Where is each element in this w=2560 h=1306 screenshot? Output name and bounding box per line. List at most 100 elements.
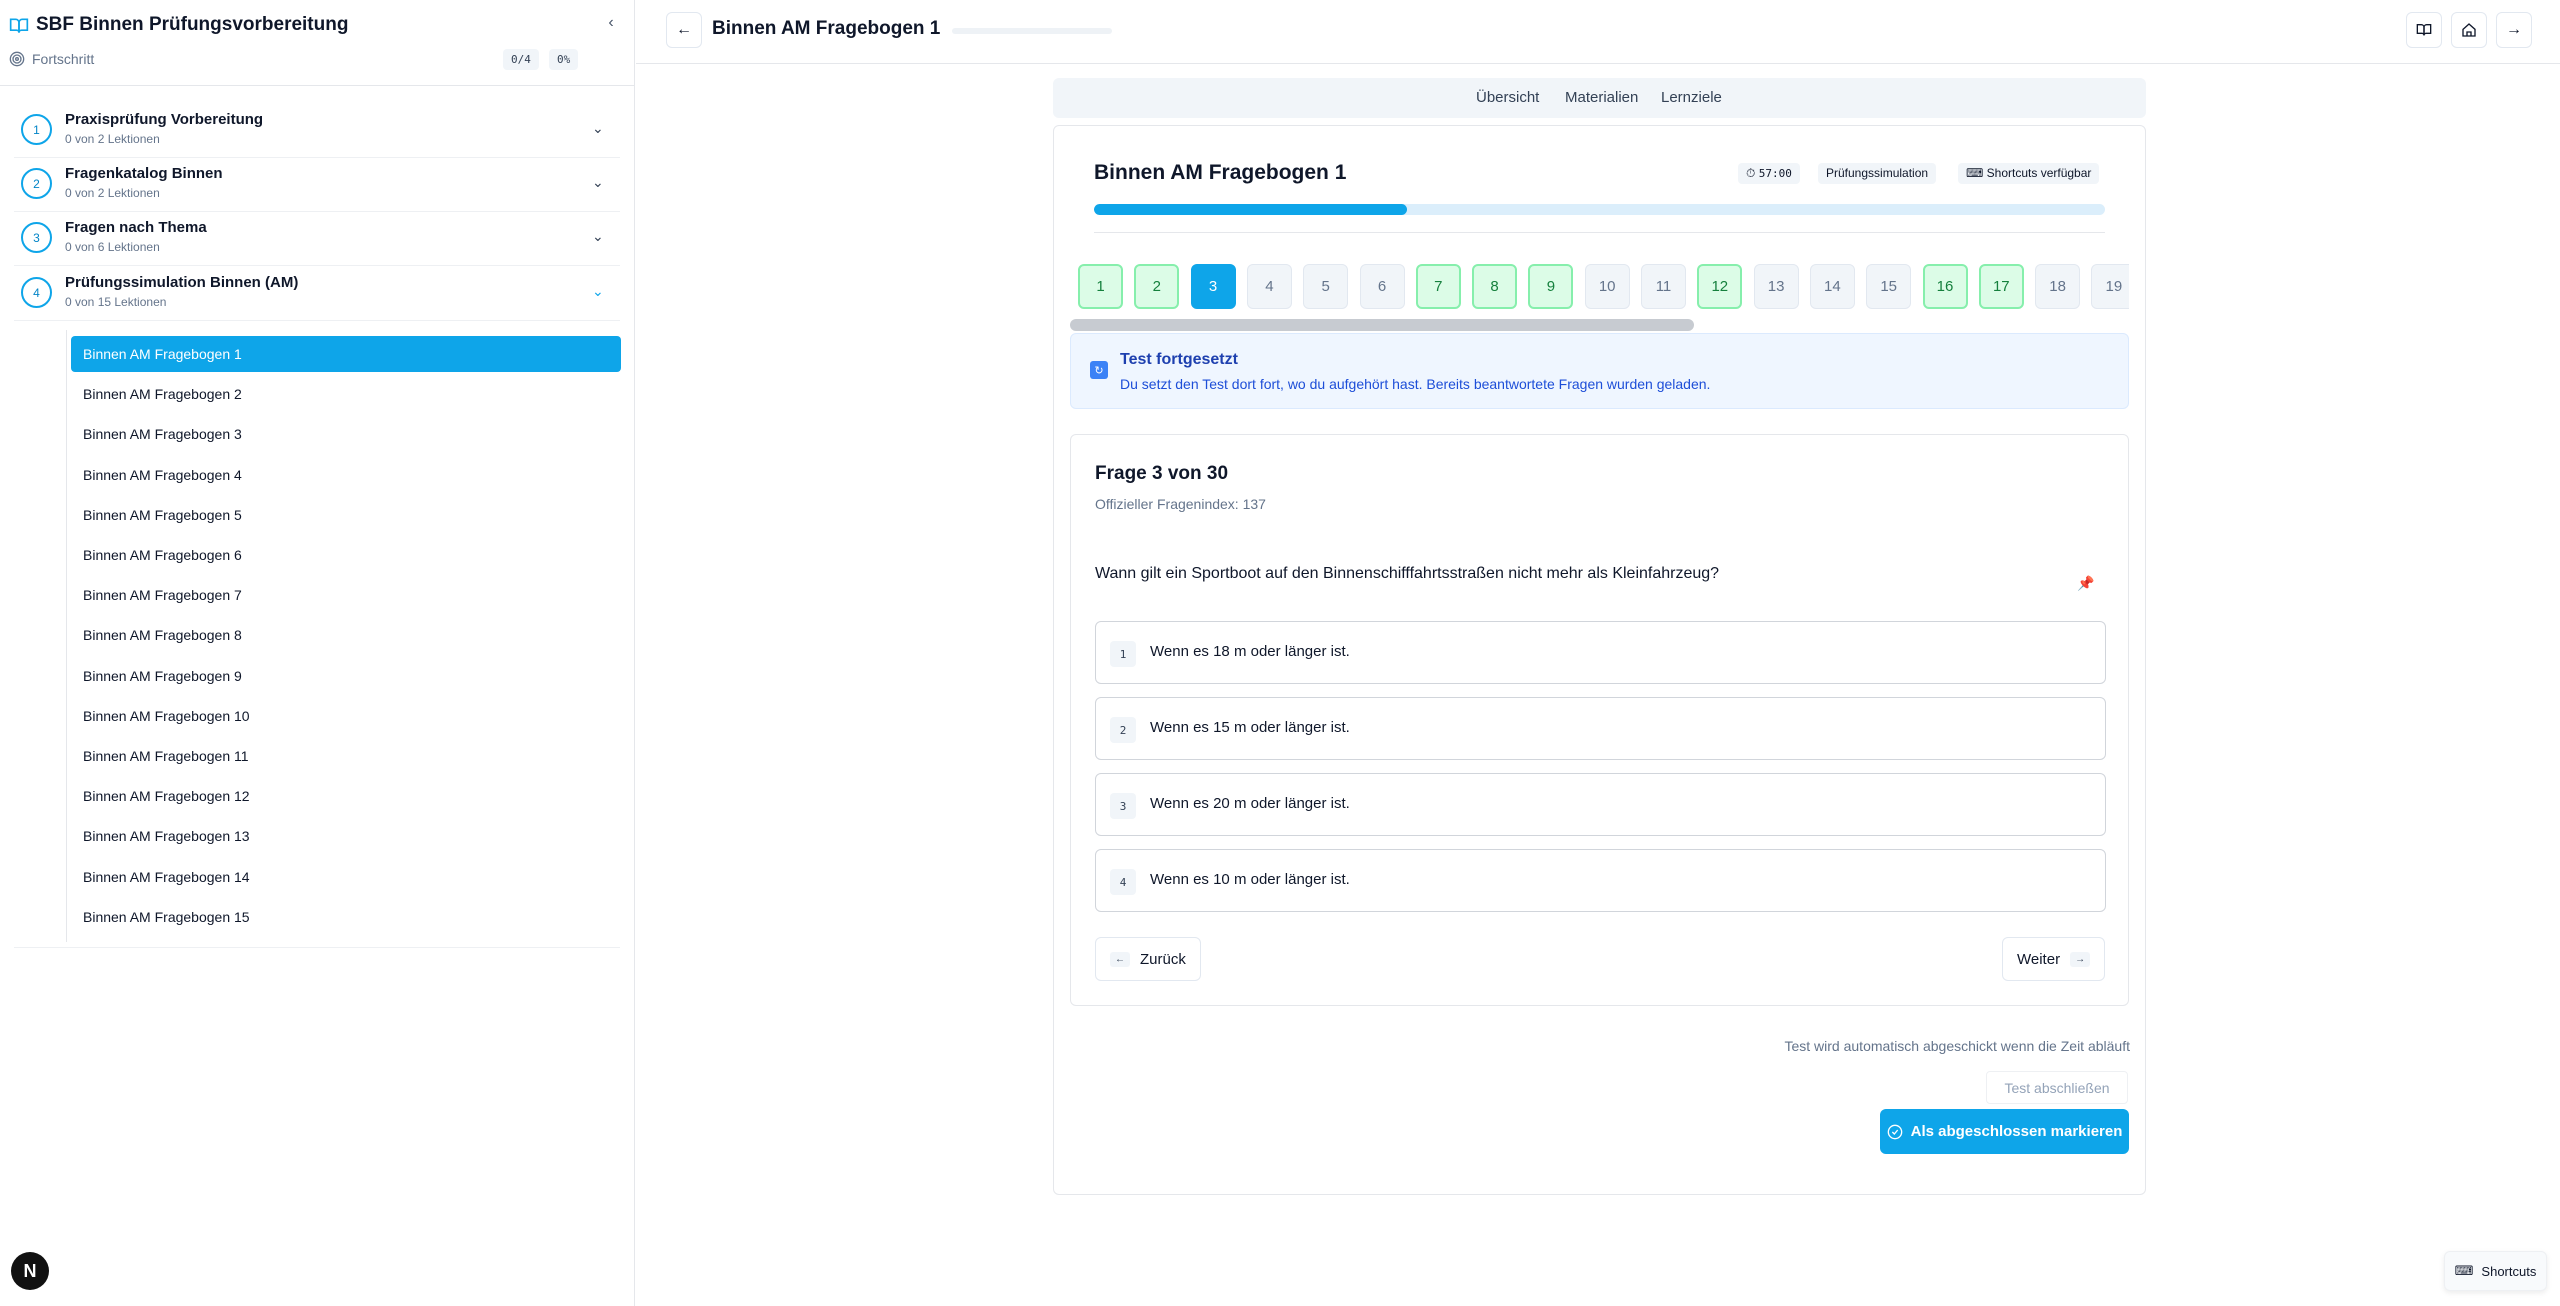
- lesson-item[interactable]: Binnen AM Fragebogen 1: [71, 336, 621, 372]
- quiz-title: Binnen AM Fragebogen 1: [1094, 161, 1347, 184]
- chevron-left-icon: ‹: [608, 14, 614, 31]
- lesson-item[interactable]: Binnen AM Fragebogen 14: [71, 859, 621, 895]
- lesson-list: Binnen AM Fragebogen 1 Binnen AM Fragebog…: [66, 330, 621, 942]
- question-index: Offizieller Fragenindex: 137: [1095, 496, 1266, 512]
- module-4[interactable]: 4 Prüfungssimulation Binnen (AM) 0 von 1…: [14, 267, 620, 321]
- answer-number: 3: [1110, 793, 1136, 819]
- lesson-item[interactable]: Binnen AM Fragebogen 4: [71, 457, 621, 493]
- chevron-down-icon: ⌄: [592, 228, 604, 244]
- next-label: Weiter: [2017, 950, 2061, 968]
- dev-tools-badge[interactable]: N: [11, 1252, 49, 1290]
- lesson-item[interactable]: Binnen AM Fragebogen 7: [71, 577, 621, 613]
- question-nav-button[interactable]: 5: [1303, 264, 1349, 309]
- lesson-item[interactable]: Binnen AM Fragebogen 3: [71, 416, 621, 452]
- answer-number: 1: [1110, 641, 1136, 667]
- tab-objectives[interactable]: Lernziele: [1661, 89, 1722, 106]
- question-nav-button[interactable]: 12: [1697, 264, 1743, 309]
- finish-test-button[interactable]: Test abschließen: [1986, 1071, 2128, 1104]
- keyboard-icon: ⌨: [1966, 166, 1984, 180]
- app-root: SBF Binnen Prüfungsvorbereitung ‹ Fortsc…: [0, 0, 2560, 1306]
- lesson-item[interactable]: Binnen AM Fragebogen 6: [71, 537, 621, 573]
- timer-chip: ⏱ 57:00: [1738, 163, 1800, 184]
- question-nav-button[interactable]: 6: [1359, 264, 1405, 309]
- sidebar: SBF Binnen Prüfungsvorbereitung ‹ Fortsc…: [0, 0, 635, 1306]
- mark-complete-label: Als abgeschlossen markieren: [1910, 1123, 2123, 1140]
- question-nav-button[interactable]: 17: [1978, 264, 2024, 309]
- keyboard-icon: ⌨: [2454, 1263, 2474, 1278]
- lesson-item[interactable]: Binnen AM Fragebogen 2: [71, 376, 621, 412]
- back-button[interactable]: ←: [666, 12, 702, 48]
- quiz-progress-fill: [1094, 204, 1408, 215]
- module-subtitle: 0 von 2 Lektionen: [65, 186, 160, 200]
- question-heading: Frage 3 von 30: [1095, 463, 1229, 484]
- question-nav-button[interactable]: 15: [1866, 264, 1912, 309]
- collapse-sidebar-button[interactable]: ‹: [600, 12, 622, 34]
- question-nav-scrollbar[interactable]: [1070, 317, 2129, 332]
- arrow-right-icon: →: [2506, 21, 2522, 38]
- lesson-item[interactable]: Binnen AM Fragebogen 10: [71, 698, 621, 734]
- module-3[interactable]: 3 Fragen nach Thema 0 von 6 Lektionen ⌄: [14, 212, 620, 266]
- book-button[interactable]: [2406, 12, 2442, 48]
- answer-text: Wenn es 20 m oder länger ist.: [1150, 795, 1350, 812]
- book-open-icon: [9, 18, 29, 33]
- question-nav-button[interactable]: 2: [1134, 264, 1180, 309]
- lesson-item[interactable]: Binnen AM Fragebogen 12: [71, 778, 621, 814]
- lesson-item[interactable]: Binnen AM Fragebogen 8: [71, 617, 621, 653]
- question-nav-button[interactable]: 16: [1922, 264, 1968, 309]
- progress-count: 0/4: [503, 49, 539, 70]
- module-1[interactable]: 1 Praxisprüfung Vorbereitung 0 von 2 Lek…: [14, 104, 620, 158]
- tab-materials[interactable]: Materialien: [1565, 89, 1638, 106]
- module-number: 1: [21, 114, 52, 145]
- answer-option-1[interactable]: 1 Wenn es 18 m oder länger ist.: [1095, 621, 2106, 684]
- mark-complete-button[interactable]: Als abgeschlossen markieren: [1880, 1109, 2129, 1154]
- question-nav-button[interactable]: 18: [2035, 264, 2081, 309]
- module-title: Fragenkatalog Binnen: [65, 165, 223, 182]
- question-nav-button[interactable]: 7: [1415, 264, 1461, 309]
- module-2[interactable]: 2 Fragenkatalog Binnen 0 von 2 Lektionen…: [14, 158, 620, 212]
- next-question-button[interactable]: Weiter →: [2002, 937, 2106, 981]
- answer-text: Wenn es 15 m oder länger ist.: [1150, 719, 1350, 736]
- arrow-right-icon: →: [2070, 951, 2091, 967]
- timer-value: 57:00: [1758, 167, 1792, 180]
- lesson-progress-bar: [952, 28, 1112, 34]
- lesson-item[interactable]: Binnen AM Fragebogen 15: [71, 899, 621, 935]
- module-subtitle: 0 von 2 Lektionen: [65, 132, 160, 146]
- check-circle-icon: [1887, 1124, 1902, 1139]
- question-nav-button[interactable]: 13: [1753, 264, 1799, 309]
- shortcuts-button[interactable]: ⌨ Shortcuts: [2444, 1251, 2547, 1291]
- previous-label: Zurück: [1140, 950, 1186, 968]
- question-nav-button[interactable]: 9: [1528, 264, 1574, 309]
- home-button[interactable]: [2451, 12, 2487, 48]
- module-subtitle: 0 von 15 Lektionen: [65, 295, 167, 309]
- lesson-item[interactable]: Binnen AM Fragebogen 9: [71, 658, 621, 694]
- question-nav-button[interactable]: 3: [1190, 264, 1236, 309]
- answer-option-2[interactable]: 2 Wenn es 15 m oder länger ist.: [1095, 697, 2106, 760]
- divider: [14, 947, 620, 948]
- question-nav-button[interactable]: 14: [1809, 264, 1855, 309]
- question-nav-button[interactable]: 4: [1246, 264, 1292, 309]
- shortcuts-label: Shortcuts: [2481, 1263, 2537, 1279]
- lesson-item[interactable]: Binnen AM Fragebogen 11: [71, 738, 621, 774]
- lesson-item[interactable]: Binnen AM Fragebogen 13: [71, 818, 621, 854]
- answer-option-4[interactable]: 4 Wenn es 10 m oder länger ist.: [1095, 849, 2106, 912]
- question-nav-button[interactable]: 10: [1584, 264, 1630, 309]
- lesson-item[interactable]: Binnen AM Fragebogen 5: [71, 497, 621, 533]
- arrow-left-icon: ←: [676, 21, 692, 38]
- question-nav-button[interactable]: 11: [1641, 264, 1686, 309]
- module-number: 2: [21, 168, 52, 199]
- module-subtitle: 0 von 6 Lektionen: [65, 240, 160, 254]
- question-nav-button[interactable]: 1: [1078, 264, 1123, 309]
- question-nav-button[interactable]: 8: [1472, 264, 1518, 309]
- previous-question-button[interactable]: ← Zurück: [1095, 937, 1201, 981]
- forward-button[interactable]: →: [2496, 12, 2532, 48]
- question-nav-button[interactable]: 19: [2091, 264, 2129, 309]
- chevron-down-icon: ⌄: [592, 283, 604, 299]
- chevron-down-icon: ⌄: [592, 174, 604, 190]
- question-text: Wann gilt ein Sportboot auf den Binnensc…: [1095, 565, 1720, 582]
- scrollbar-thumb[interactable]: [1070, 319, 1694, 331]
- tab-overview[interactable]: Übersicht: [1476, 89, 1539, 106]
- answer-option-3[interactable]: 3 Wenn es 20 m oder länger ist.: [1095, 773, 2106, 836]
- auto-submit-note: Test wird automatisch abgeschickt wenn d…: [1784, 1038, 2130, 1054]
- pin-icon[interactable]: 📌: [2077, 575, 2094, 592]
- shortcuts-chip-label: Shortcuts verfügbar: [1986, 166, 2092, 180]
